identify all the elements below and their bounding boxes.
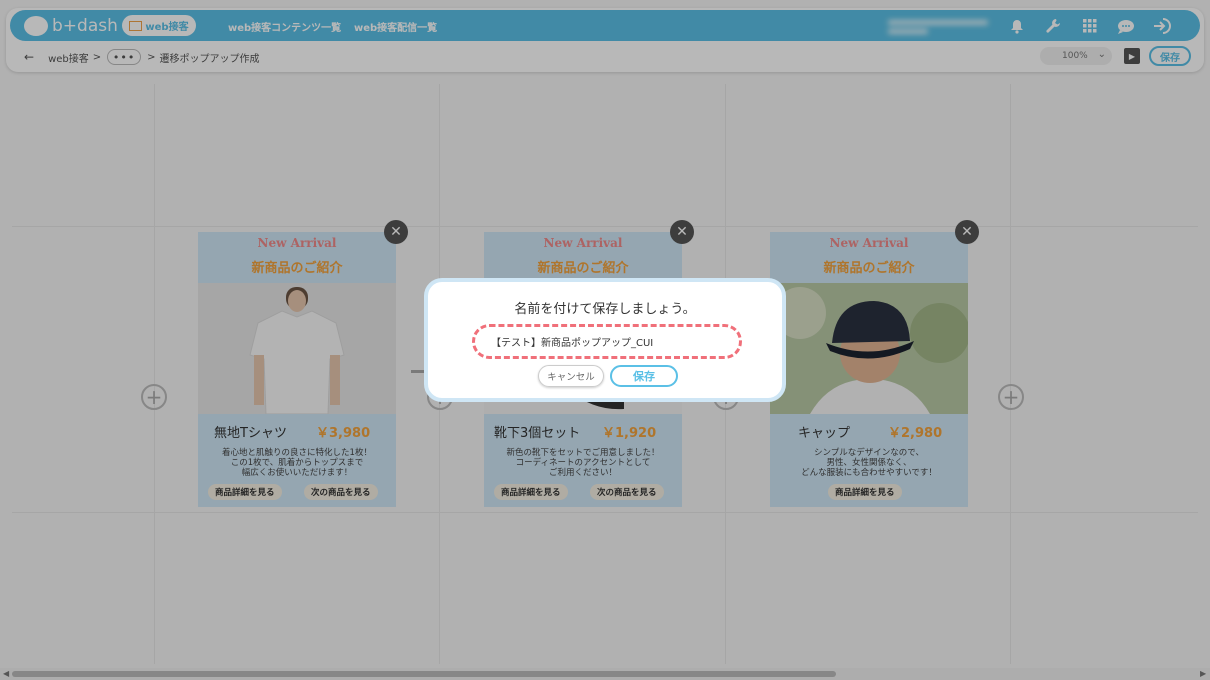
cancel-button[interactable]: キャンセル	[538, 365, 604, 387]
popup-name-input[interactable]: 【テスト】新商品ポップアップ_CUI	[472, 324, 742, 359]
dialog-title: 名前を付けて保存しましょう。	[514, 302, 696, 317]
save-name-dialog: 名前を付けて保存しましょう。 【テスト】新商品ポップアップ_CUI キャンセル …	[424, 278, 786, 402]
dialog-save-button[interactable]: 保存	[610, 365, 678, 387]
